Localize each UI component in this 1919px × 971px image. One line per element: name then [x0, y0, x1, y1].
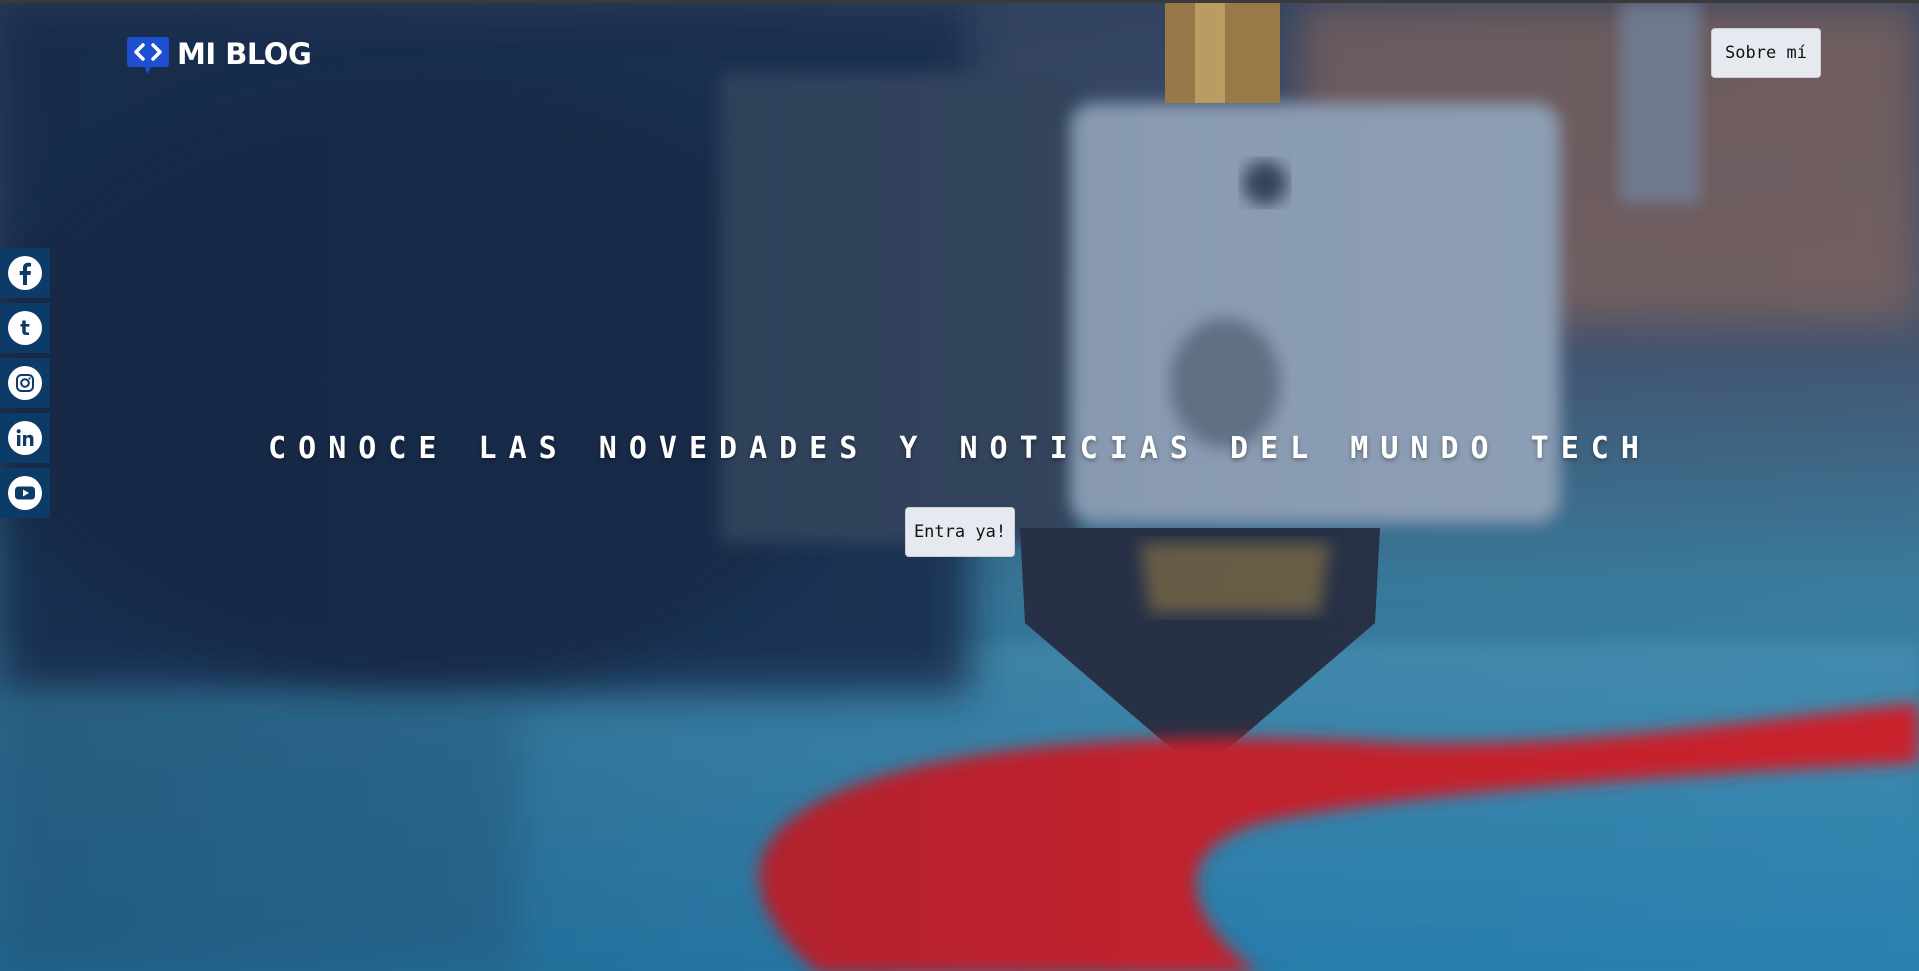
- instagram-icon: [7, 365, 43, 401]
- tumblr-icon: t: [7, 310, 43, 346]
- hero-section: MI BLOG Sobre mí t CONOCE LAS NOVEDADES …: [0, 0, 1919, 971]
- social-sidebar: t: [0, 248, 50, 518]
- about-me-button[interactable]: Sobre mí: [1711, 28, 1821, 78]
- facebook-link[interactable]: [0, 248, 50, 298]
- enter-button[interactable]: Entra ya!: [905, 507, 1015, 557]
- hero-headline: CONOCE LAS NOVEDADES Y NOTICIAS DEL MUND…: [268, 431, 1651, 466]
- instagram-link[interactable]: [0, 358, 50, 408]
- logo-text: MI BLOG: [177, 37, 312, 71]
- youtube-icon: [7, 475, 43, 511]
- tumblr-link[interactable]: t: [0, 303, 50, 353]
- site-logo[interactable]: MI BLOG: [127, 37, 312, 74]
- hero-overlay: [0, 3, 1919, 971]
- code-brackets-icon: [127, 37, 171, 74]
- svg-text:t: t: [20, 316, 30, 340]
- youtube-link[interactable]: [0, 468, 50, 518]
- facebook-icon: [7, 255, 43, 291]
